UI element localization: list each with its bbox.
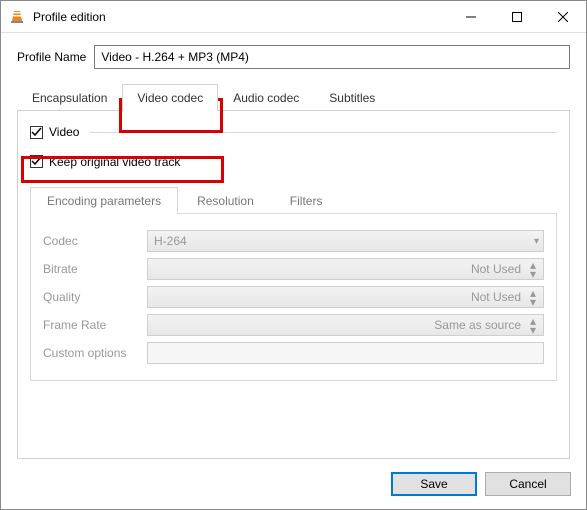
video-checkbox[interactable] — [30, 126, 43, 139]
keep-original-label: Keep original video track — [49, 155, 180, 169]
chevron-down-icon: ▾ — [527, 269, 539, 278]
titlebar: Profile edition — [1, 1, 586, 33]
chevron-down-icon: ▾ — [527, 297, 539, 306]
tab-subtitles[interactable]: Subtitles — [314, 84, 390, 111]
framerate-label: Frame Rate — [43, 318, 147, 332]
sub-tabs: Encoding parameters Resolution Filters — [30, 186, 557, 214]
minimize-button[interactable] — [448, 1, 494, 32]
profile-name-input[interactable] — [94, 45, 570, 69]
bitrate-spinner[interactable]: Not Used ▴▾ — [147, 258, 544, 280]
custom-options-input[interactable] — [147, 342, 544, 364]
tab-audio-codec[interactable]: Audio codec — [218, 84, 314, 111]
main-tabs: Encapsulation Video codec Audio codec Su… — [17, 83, 570, 111]
tab-encapsulation[interactable]: Encapsulation — [17, 84, 122, 111]
subtab-encoding-parameters[interactable]: Encoding parameters — [30, 187, 178, 214]
quality-value: Not Used — [471, 290, 521, 304]
group-divider — [90, 132, 557, 133]
tab-video-codec[interactable]: Video codec — [122, 84, 218, 111]
window-title: Profile edition — [33, 10, 448, 24]
cancel-button[interactable]: Cancel — [485, 472, 571, 496]
vlc-icon — [9, 9, 25, 25]
profile-name-label: Profile Name — [17, 50, 86, 64]
chevron-down-icon: ▾ — [527, 325, 539, 334]
bitrate-value: Not Used — [471, 262, 521, 276]
codec-dropdown[interactable]: H-264 ▾ — [147, 230, 544, 252]
chevron-down-icon: ▾ — [534, 236, 539, 247]
codec-value: H-264 — [154, 234, 187, 248]
quality-label: Quality — [43, 290, 147, 304]
keep-original-checkbox[interactable] — [30, 155, 43, 168]
maximize-button[interactable] — [494, 1, 540, 32]
close-button[interactable] — [540, 1, 586, 32]
encoding-parameters-panel: Codec H-264 ▾ Bitrate Not Used ▴▾ Qualit… — [30, 214, 557, 381]
framerate-spinner[interactable]: Same as source ▴▾ — [147, 314, 544, 336]
quality-spinner[interactable]: Not Used ▴▾ — [147, 286, 544, 308]
subtab-resolution[interactable]: Resolution — [180, 187, 271, 214]
codec-label: Codec — [43, 234, 147, 248]
video-codec-panel: Video Keep original video track Encoding… — [17, 111, 570, 459]
video-checkbox-label: Video — [49, 125, 79, 139]
custom-options-label: Custom options — [43, 346, 147, 360]
bitrate-label: Bitrate — [43, 262, 147, 276]
subtab-filters[interactable]: Filters — [273, 187, 340, 214]
save-button[interactable]: Save — [391, 472, 477, 496]
framerate-value: Same as source — [434, 318, 521, 332]
